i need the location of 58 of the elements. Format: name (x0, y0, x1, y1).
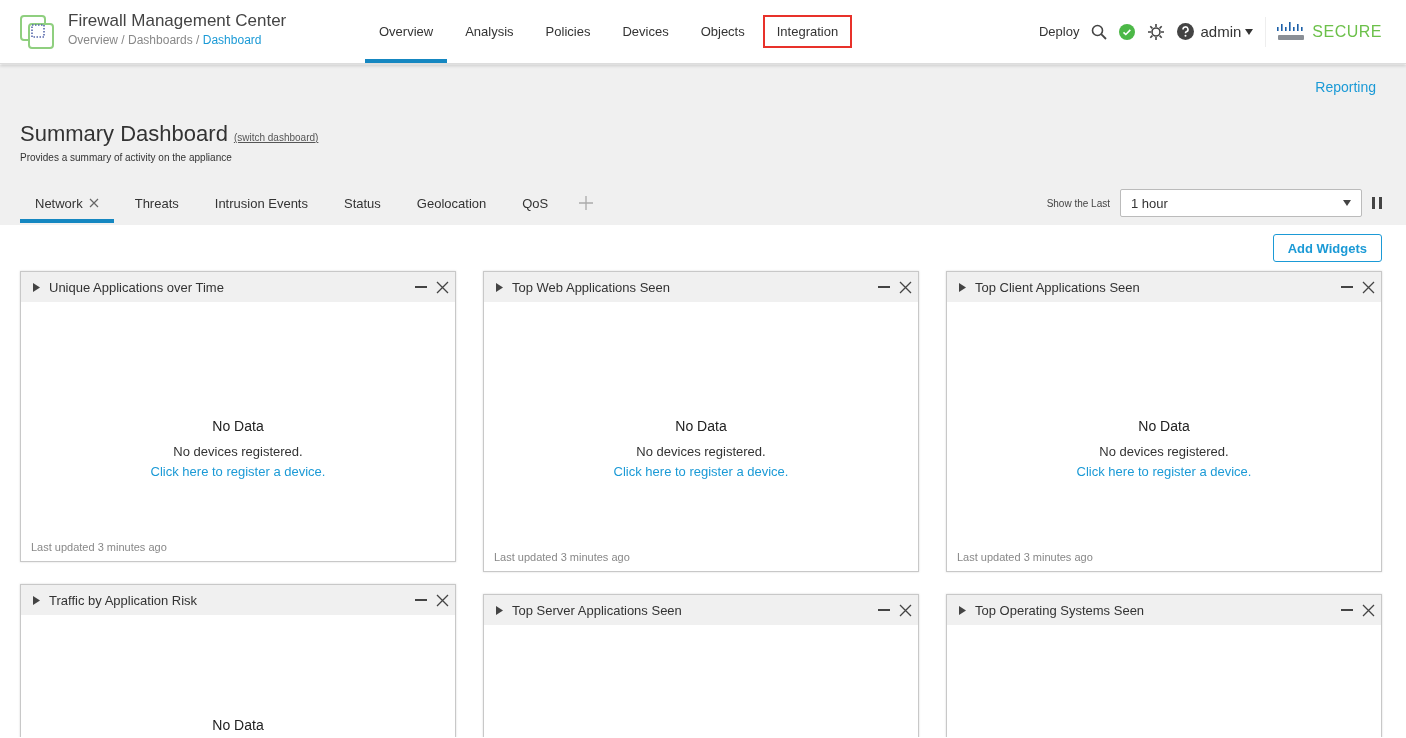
dashboard-tab[interactable]: Intrusion Events (199, 187, 323, 223)
no-data-text: No Data (212, 418, 264, 434)
status-check-icon[interactable] (1119, 23, 1136, 40)
expand-triangle-icon[interactable] (33, 595, 40, 605)
last-updated-text: Last updated 3 minutes ago (957, 551, 1093, 563)
empty-message: No devices registered. (173, 444, 303, 459)
last-updated-text: Last updated 3 minutes ago (494, 551, 630, 563)
widget-title: Top Server Applications Seen (512, 602, 683, 618)
nav-tab[interactable]: Analysis (451, 0, 528, 63)
breadcrumb: Overview / Dashboards / Dashboard (68, 32, 263, 47)
close-icon[interactable] (436, 593, 449, 607)
app-title: Firewall Management Center (68, 10, 287, 31)
empty-message: No devices registered. (636, 444, 766, 459)
close-icon[interactable] (1362, 603, 1375, 617)
no-data-text: No Data (212, 717, 264, 733)
switch-dashboard-link[interactable]: (switch dashboard) (233, 132, 319, 143)
expand-triangle-icon[interactable] (959, 282, 966, 292)
dashboard-tab[interactable]: Geolocation (401, 187, 502, 223)
dashboard-tab[interactable]: Network (20, 187, 114, 223)
dashboard-tab[interactable]: QoS (507, 187, 564, 223)
expand-triangle-icon[interactable] (959, 605, 966, 615)
dashboard-tab[interactable]: Status (329, 187, 396, 223)
user-menu[interactable]: admin (1200, 23, 1254, 40)
brand-name: SECURE (1312, 22, 1382, 41)
widget-title: Unique Applications over Time (49, 279, 225, 295)
caret-icon (1245, 28, 1254, 35)
pause-icon[interactable] (1372, 197, 1382, 209)
no-data-text: No Data (1138, 418, 1190, 434)
widget-title: Top Operating Systems Seen (975, 602, 1146, 618)
expand-triangle-icon[interactable] (496, 282, 503, 292)
search-icon[interactable] (1091, 23, 1108, 40)
no-data-text: No Data (675, 418, 727, 434)
caret-icon (1343, 200, 1351, 206)
widget-title: Top Web Applications Seen (512, 279, 672, 295)
widget-title: Top Client Applications Seen (975, 279, 1141, 295)
widget-title: Traffic by Application Risk (49, 592, 199, 608)
page-title: Summary Dashboard (20, 121, 228, 147)
last-updated-text: Last updated 3 minutes ago (31, 541, 167, 553)
nav-tab[interactable]: Devices (608, 0, 683, 63)
brand-logo-icon (1276, 21, 1307, 42)
empty-message: No devices registered. (1099, 444, 1229, 459)
expand-triangle-icon[interactable] (496, 605, 503, 615)
page-description: Provides a summary of activity on the appliance (20, 152, 232, 163)
dashboard-tab[interactable]: Threats (119, 187, 194, 223)
settings-icon[interactable] (1147, 22, 1166, 41)
time-range-select[interactable]: 1 hour (1120, 189, 1362, 217)
app-logo-icon (20, 14, 54, 49)
time-range-label: Show the Last (1046, 197, 1110, 209)
close-icon[interactable] (436, 280, 449, 294)
close-icon[interactable] (88, 198, 99, 208)
help-icon[interactable] (1177, 23, 1195, 40)
close-icon[interactable] (899, 603, 912, 617)
expand-triangle-icon[interactable] (33, 282, 40, 292)
deploy-link[interactable]: Deploy (1039, 24, 1080, 39)
close-icon[interactable] (899, 280, 912, 294)
nav-tab[interactable]: Policies (531, 0, 605, 63)
nav-tab[interactable]: Objects (686, 0, 759, 63)
close-icon[interactable] (1362, 280, 1375, 294)
